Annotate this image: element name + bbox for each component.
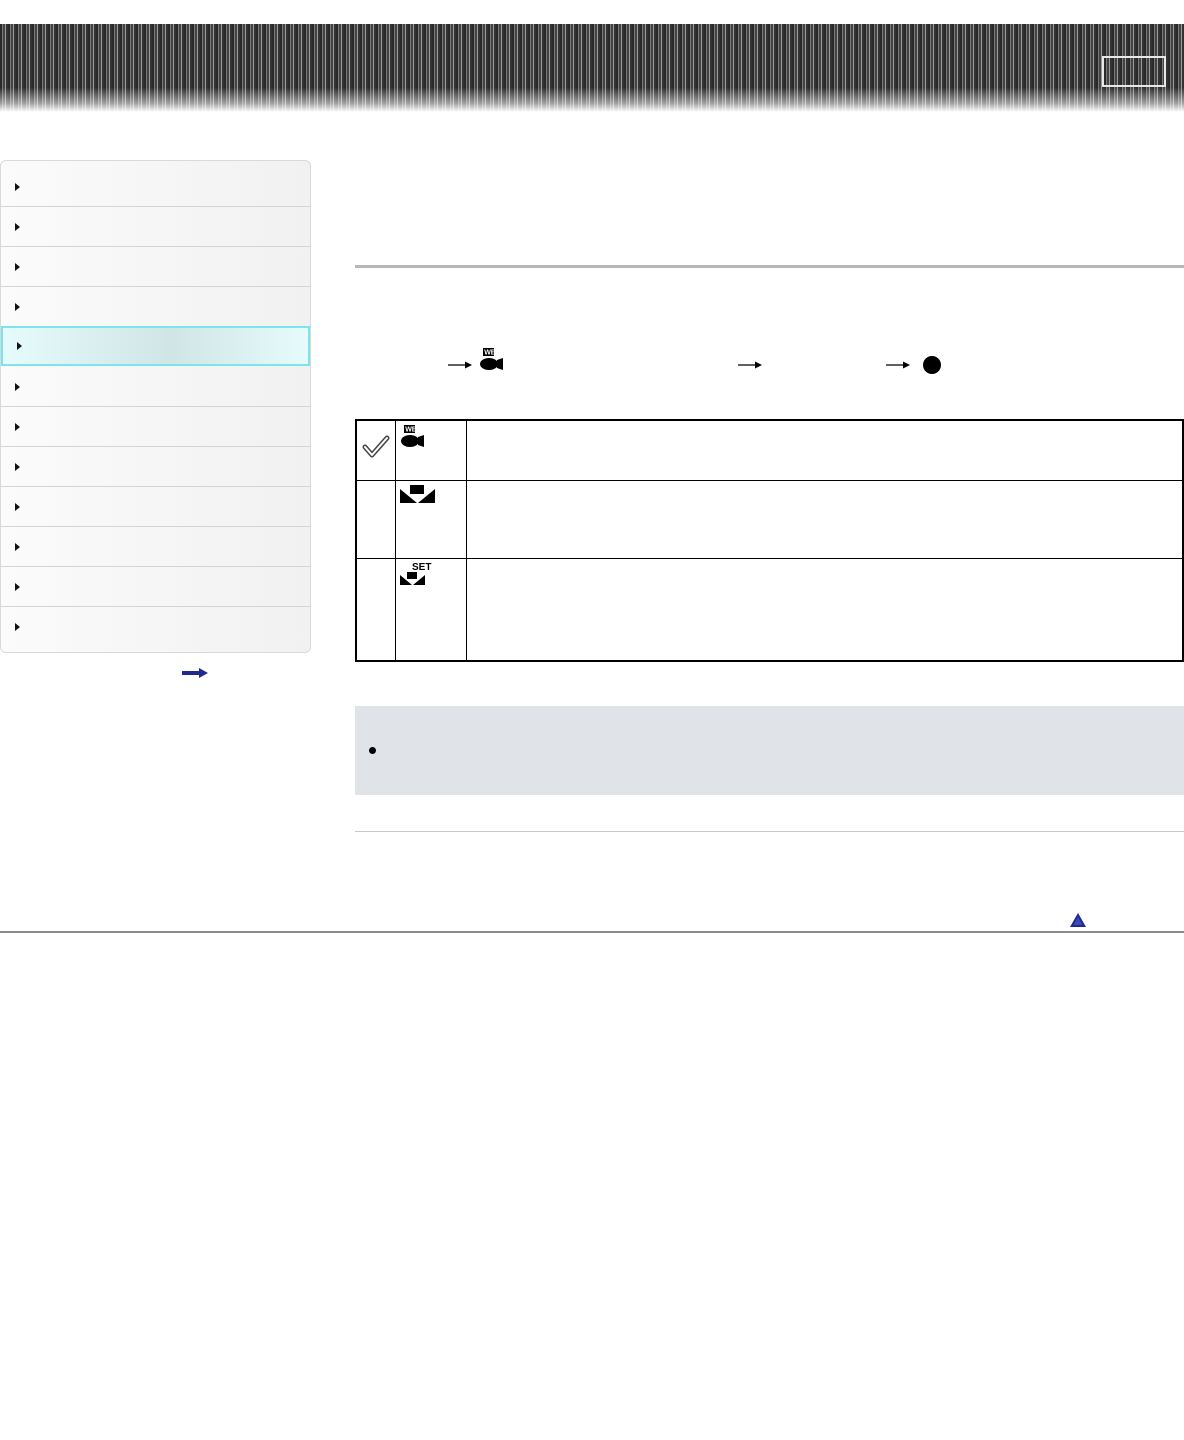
sidebar-item-1[interactable] <box>1 167 310 207</box>
sidebar-item-2[interactable] <box>1 207 310 247</box>
bullet-arrow-icon <box>15 582 20 591</box>
center-button-icon <box>923 356 941 374</box>
table-row[interactable]: SET <box>357 558 1182 660</box>
bullet-arrow-icon <box>15 542 20 551</box>
bullet-arrow-icon <box>15 502 20 511</box>
sidebar-item-11[interactable] <box>1 567 310 607</box>
bullet-arrow-icon <box>15 302 20 311</box>
set-label: SET <box>412 562 431 573</box>
sidebar-item-6[interactable] <box>1 367 310 407</box>
svg-text:WB: WB <box>484 350 496 357</box>
sidebar-item-3[interactable] <box>1 247 310 287</box>
header-button[interactable] <box>1102 56 1166 87</box>
svg-text:WB: WB <box>405 427 417 434</box>
sidebar-item-7[interactable] <box>1 407 310 447</box>
bullet-arrow-icon <box>15 623 20 631</box>
bullet-arrow-icon <box>17 342 22 350</box>
right-arrow-icon <box>448 361 472 369</box>
sidebar-item-5-active[interactable] <box>1 326 310 366</box>
bullet-arrow-icon <box>15 182 20 191</box>
right-arrow-icon <box>886 361 910 369</box>
title-divider <box>355 265 1184 268</box>
bullet-arrow-icon <box>15 222 20 231</box>
movie-wb-icon: WB <box>401 425 424 447</box>
table-row[interactable] <box>357 480 1182 558</box>
header-banner <box>0 24 1184 112</box>
section-divider <box>355 831 1184 832</box>
note-box <box>355 706 1184 795</box>
sidebar-item-12[interactable] <box>1 607 310 647</box>
checkmark-icon <box>362 435 390 458</box>
bullet-arrow-icon <box>15 262 20 271</box>
page-top-icon[interactable] <box>1070 913 1086 927</box>
movie-wb-icon: WB <box>480 348 503 370</box>
sidebar-item-8[interactable] <box>1 447 310 487</box>
table-row[interactable]: WB <box>357 421 1182 480</box>
sidebar-item-9[interactable] <box>1 487 310 527</box>
right-arrow-icon <box>738 361 762 369</box>
bullet-arrow-icon <box>15 422 20 431</box>
bullet-arrow-icon <box>15 462 20 471</box>
sidebar-item-4[interactable] <box>1 287 310 327</box>
bullet-icon <box>369 747 376 754</box>
right-arrow-icon[interactable] <box>182 668 208 678</box>
one-push-set-icon: SET <box>400 562 431 585</box>
one-push-wb-icon <box>400 485 435 503</box>
footer-divider <box>0 931 1184 933</box>
options-table: WB SET <box>355 419 1184 662</box>
bullet-arrow-icon <box>15 382 20 391</box>
sidebar-item-10[interactable] <box>1 527 310 567</box>
sidebar-nav <box>0 160 311 653</box>
